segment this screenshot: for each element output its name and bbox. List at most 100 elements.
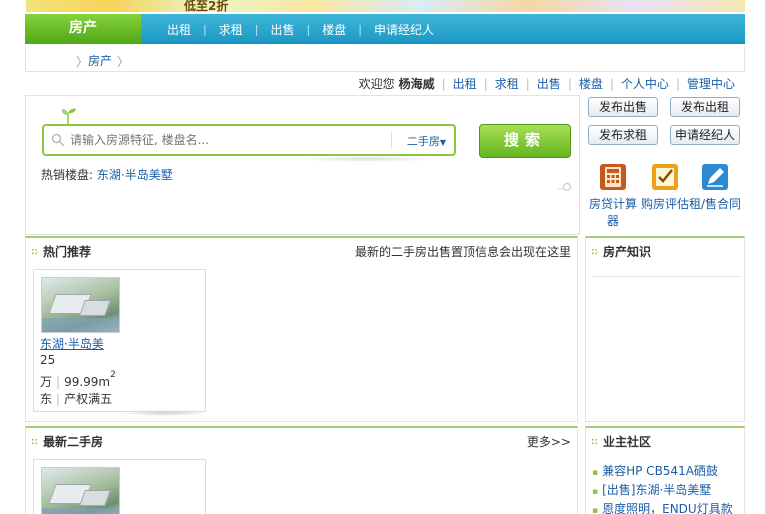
nav-item-sell[interactable]: 出售 [258, 21, 306, 38]
community-link[interactable]: [出售]东湖·半岛美墅 [602, 483, 711, 497]
hot-estates-label: 热销楼盘: [41, 168, 94, 182]
search-box: 二手房▼ [42, 124, 456, 156]
purchase-evaluation-tool[interactable]: 购房评估 [638, 163, 692, 212]
mortgage-calculator-tool[interactable]: 房贷计算器 [586, 163, 640, 229]
bullet-icon: ▪ [592, 487, 599, 497]
post-rent-button[interactable]: 发布出租 [670, 97, 740, 117]
listing-ownership: 产权满五 [64, 392, 113, 406]
divider [592, 276, 740, 277]
top-banner[interactable]: 低至2折 [26, 0, 745, 12]
community-link[interactable]: 恩度照明，ENDU灯具款 [602, 502, 733, 514]
divider: | [525, 76, 530, 91]
search-button[interactable]: 搜索 [479, 124, 571, 158]
listing-image[interactable] [41, 467, 120, 514]
water [42, 318, 119, 332]
divider: | [567, 76, 572, 91]
panel-header: 热门推荐 最新的二手房出售置顶信息会出现在这里 [26, 238, 577, 264]
tool-label: 购房评估 [640, 197, 689, 211]
knowledge-panel: 房产知识 [585, 236, 745, 422]
listing-image[interactable] [41, 277, 120, 333]
nav-item-apply-agent[interactable]: 申请经纪人 [362, 21, 446, 38]
nav-item-estates[interactable]: 楼盘 [310, 21, 358, 38]
search-icon [51, 133, 65, 147]
breadcrumb: 〉 房产 〉 [25, 46, 745, 72]
panel-title: 业主社区 [603, 435, 652, 449]
user-link-estates[interactable]: 楼盘 [579, 75, 603, 92]
user-link-seek-rent[interactable]: 求租 [495, 75, 519, 92]
price-unit: 万 [40, 375, 53, 389]
post-sale-button[interactable]: 发布出售 [588, 97, 658, 117]
contract-tool[interactable]: 租/售合同 [688, 163, 742, 212]
bullet-grid-icon [31, 438, 38, 445]
search-type-label: 二手房 [406, 135, 440, 148]
magnifier-decoration-icon [558, 182, 572, 192]
area-superscript: 2 [110, 370, 116, 380]
listing-price: 25 [40, 353, 56, 367]
pen-icon [702, 164, 728, 190]
action-panel: 发布出售 发布出租 发布求租 申请经纪人 房贷计算器 购房评估 租/售合同 [585, 95, 745, 235]
community-link[interactable]: 兼容HP CB541A硒鼓 [602, 464, 718, 478]
owner-community-panel: 业主社区 ▪ 兼容HP CB541A硒鼓 ▪ [出售]东湖·半岛美墅 ▪ 恩度照明，E… [585, 426, 745, 514]
welcome-text: 欢迎您 [358, 77, 395, 91]
post-seek-rent-button[interactable]: 发布求租 [588, 125, 658, 145]
listing-direction: 东 [40, 392, 53, 406]
listing-card[interactable] [33, 459, 206, 514]
hot-estates: 热销楼盘: 东湖·半岛美墅 [41, 166, 173, 183]
list-item[interactable]: ▪ 兼容HP CB541A硒鼓 [592, 462, 733, 481]
water [42, 508, 119, 514]
panel-title: 最新二手房 [43, 435, 104, 449]
divider: | [675, 76, 680, 91]
apply-agent-button[interactable]: 申请经纪人 [670, 125, 740, 145]
bullet-grid-icon [591, 248, 598, 255]
listing-meta-row: 万 | 99.99m2 [40, 370, 116, 390]
listing-card[interactable]: 东湖·半岛美 25 万 | 99.99m2 东 | 产权满五 [33, 269, 206, 412]
building-shape [79, 300, 111, 316]
bullet-icon: ▪ [592, 468, 599, 478]
breadcrumb-arrow-icon: 〉 [76, 55, 89, 69]
panel-note: 最新的二手房出售置顶信息会出现在这里 [354, 245, 571, 259]
list-item[interactable]: ▪ [出售]东湖·半岛美墅 [592, 481, 733, 500]
username: 杨海威 [398, 77, 435, 91]
listing-name[interactable]: 东湖·半岛美 [40, 335, 104, 352]
search-input[interactable] [70, 131, 400, 149]
divider: | [441, 76, 446, 91]
divider: | [609, 76, 614, 91]
bullet-icon: ▪ [592, 506, 599, 514]
panel-title: 热门推荐 [43, 245, 92, 259]
nav-item-rent[interactable]: 出租 [155, 21, 203, 38]
user-link-admin-center[interactable]: 管理中心 [687, 75, 735, 92]
banner-text: 低至2折 [184, 0, 229, 12]
search-shadow [296, 156, 436, 162]
hot-recommend-panel: 热门推荐 最新的二手房出售置顶信息会出现在这里 东湖·半岛美 25 万 | 99.9… [25, 236, 578, 422]
user-link-rent[interactable]: 出租 [453, 75, 477, 92]
bullet-grid-icon [591, 438, 598, 445]
divider: | [56, 375, 61, 389]
listing-area: 99.99m [64, 375, 111, 389]
tool-label: 租/售合同 [688, 197, 742, 211]
tool-label: 房贷计算器 [588, 197, 637, 228]
main-nav: 房产 出租 | 求租 | 出售 | 楼盘 | 申请经纪人 [25, 14, 745, 44]
user-bar: 欢迎您 杨海威 | 出租 | 求租 | 出售 | 楼盘 | 个人中心 | 管理中… [25, 72, 745, 94]
chevron-down-icon: ▼ [439, 138, 446, 147]
search-area: 二手房▼ 搜索 热销楼盘: 东湖·半岛美墅 [25, 95, 580, 235]
breadcrumb-arrow-icon: 〉 [117, 55, 130, 69]
panel-header: 业主社区 [586, 428, 744, 454]
panel-header: 最新二手房 更多>> [26, 428, 577, 454]
list-item[interactable]: ▪ 恩度照明，ENDU灯具款 [592, 500, 733, 514]
breadcrumb-current[interactable]: 房产 [88, 52, 112, 69]
sprout-icon [61, 108, 76, 125]
divider: | [483, 76, 488, 91]
calculator-icon [600, 164, 626, 190]
hot-estate-link[interactable]: 东湖·半岛美墅 [97, 168, 173, 182]
nav-home-tab[interactable]: 房产 [25, 14, 141, 44]
user-link-sell[interactable]: 出售 [537, 75, 561, 92]
latest-second-hand-panel: 最新二手房 更多>> [25, 426, 578, 514]
user-link-personal-center[interactable]: 个人中心 [621, 75, 669, 92]
nav-item-seek-rent[interactable]: 求租 [207, 21, 255, 38]
more-link[interactable]: 更多>> [527, 433, 571, 450]
bullet-grid-icon [31, 248, 38, 255]
checkbox-icon [652, 164, 678, 190]
search-type-select[interactable]: 二手房▼ [407, 133, 446, 149]
community-list: ▪ 兼容HP CB541A硒鼓 ▪ [出售]东湖·半岛美墅 ▪ 恩度照明，ENDU灯具… [592, 462, 733, 514]
listing-meta-row: 东 | 产权满五 [40, 390, 112, 407]
